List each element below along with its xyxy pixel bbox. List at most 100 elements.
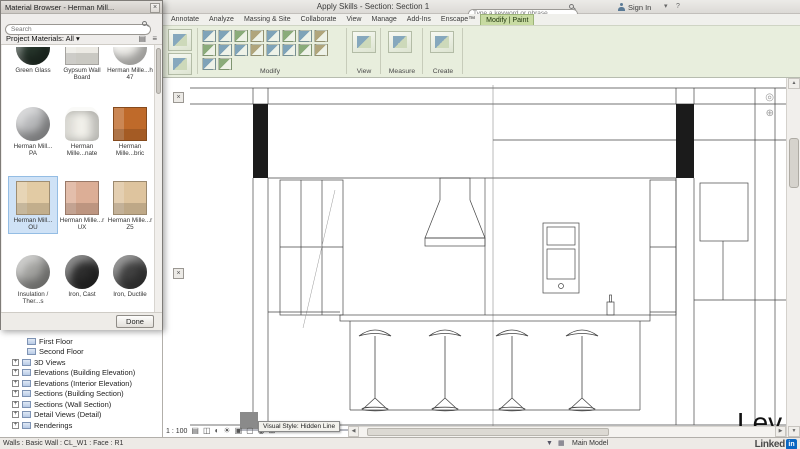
modify-tool-icon[interactable] bbox=[202, 30, 216, 42]
material-swatch[interactable] bbox=[65, 47, 99, 65]
shadows-icon[interactable]: ☀ bbox=[223, 425, 230, 437]
tab-modify-paint[interactable]: Modify | Paint bbox=[480, 14, 535, 25]
tab-collaborate[interactable]: Collaborate bbox=[296, 14, 342, 25]
tree-expand-icon[interactable]: + bbox=[12, 358, 19, 366]
tree-item-sections-building[interactable]: + Sections (Building Section) bbox=[0, 389, 162, 400]
tab-enscape[interactable]: Enscape™ bbox=[436, 14, 480, 25]
tab-view[interactable]: View bbox=[341, 14, 366, 25]
modify-tool-icon[interactable] bbox=[202, 44, 216, 56]
modify-select-button[interactable] bbox=[168, 29, 192, 51]
dialog-title[interactable]: Material Browser - Herman Mill... bbox=[1, 1, 162, 14]
material-item[interactable]: Herman Mill... PA bbox=[9, 103, 57, 159]
material-item[interactable]: Iron, Ductile bbox=[106, 251, 154, 300]
tab-add-ins[interactable]: Add-Ins bbox=[402, 14, 436, 25]
material-swatch[interactable] bbox=[16, 47, 50, 65]
scroll-right-icon[interactable]: ▶ bbox=[775, 426, 786, 437]
material-swatch[interactable] bbox=[16, 181, 50, 215]
material-item[interactable]: Herman Mille...r UX bbox=[58, 177, 106, 233]
view-panel-button[interactable] bbox=[352, 31, 376, 53]
modify-tool-icon[interactable] bbox=[250, 44, 264, 56]
modify-tool-icon[interactable] bbox=[298, 44, 312, 56]
scroll-left-icon[interactable]: ◀ bbox=[348, 426, 359, 437]
menu-icon[interactable]: ≡ bbox=[152, 32, 157, 45]
material-swatch[interactable] bbox=[16, 255, 50, 289]
scale-control[interactable]: 1 : 100 bbox=[166, 428, 187, 435]
modify-tool-icon[interactable] bbox=[250, 30, 264, 42]
crop-region-icon[interactable]: ▢ bbox=[246, 425, 254, 437]
material-swatch[interactable] bbox=[113, 47, 147, 65]
tab-annotate[interactable]: Annotate bbox=[166, 14, 204, 25]
material-item[interactable]: Herman Mille...nate bbox=[58, 103, 106, 159]
modify-tool-icon[interactable] bbox=[266, 44, 280, 56]
scrollbar-thumb[interactable] bbox=[367, 428, 609, 436]
tree-expand-icon[interactable]: + bbox=[12, 379, 19, 387]
material-search[interactable] bbox=[5, 18, 151, 35]
steering-wheel-icon[interactable]: ◎ bbox=[765, 92, 774, 103]
material-swatch[interactable] bbox=[65, 255, 99, 289]
drawing-canvas[interactable]: Lev × × ◎ ⊕ 1 : 100 ▤ ◫ ◐ ☀ ▣ ▢ ◉ ⊞ Visu… bbox=[163, 78, 786, 437]
material-item[interactable]: Herman Mille...h 47 bbox=[106, 45, 154, 83]
material-item-selected[interactable]: Herman Mill... OU bbox=[8, 176, 58, 234]
scroll-down-icon[interactable]: ▼ bbox=[788, 426, 800, 437]
tree-item-detail-views[interactable]: + Detail Views (Detail) bbox=[0, 410, 162, 421]
tab-analyze[interactable]: Analyze bbox=[204, 14, 239, 25]
done-button[interactable]: Done bbox=[116, 315, 154, 328]
filter-label[interactable]: Project Materials: All bbox=[6, 34, 74, 43]
material-item[interactable]: Green Glass bbox=[9, 45, 57, 76]
modify-tool-icon[interactable] bbox=[234, 44, 248, 56]
material-swatch[interactable] bbox=[65, 181, 99, 215]
modify-tool-icon[interactable] bbox=[234, 30, 248, 42]
material-swatch[interactable] bbox=[113, 107, 147, 141]
filter-dropdown-icon[interactable]: ▾ bbox=[76, 34, 80, 43]
material-swatch[interactable] bbox=[65, 107, 99, 141]
tree-expand-icon[interactable]: + bbox=[12, 369, 19, 377]
scrollbar-thumb[interactable] bbox=[789, 138, 799, 188]
modify-tool-icon[interactable] bbox=[282, 44, 296, 56]
sign-in-button[interactable]: Sign In bbox=[618, 0, 651, 14]
material-item[interactable]: Insulation / Ther...s bbox=[9, 251, 57, 307]
tree-item-first-floor[interactable]: First Floor bbox=[0, 336, 162, 347]
material-item[interactable]: Gypsum Wall Board bbox=[58, 45, 106, 83]
material-swatch[interactable] bbox=[113, 255, 147, 289]
dialog-close-icon[interactable]: × bbox=[150, 3, 160, 13]
design-option-selector[interactable]: Main Model bbox=[572, 438, 608, 449]
material-item[interactable]: Herman Mille...bric bbox=[106, 103, 154, 159]
tree-expand-icon[interactable]: + bbox=[12, 421, 19, 429]
modify-tool-icon[interactable] bbox=[282, 30, 296, 42]
material-scrollbar[interactable] bbox=[154, 45, 162, 312]
visual-style-icon[interactable]: ◫ bbox=[203, 425, 211, 437]
scrollbar-thumb[interactable] bbox=[156, 48, 161, 94]
modify-tool-icon[interactable] bbox=[218, 30, 232, 42]
zoom-tool-icon[interactable]: ⊕ bbox=[766, 108, 774, 119]
crop-view-icon[interactable]: ▣ bbox=[235, 425, 243, 437]
material-item[interactable]: Herman Mille...r Z5 bbox=[106, 177, 154, 233]
detail-level-icon[interactable]: ▤ bbox=[191, 425, 199, 437]
tree-expand-icon[interactable]: + bbox=[12, 400, 19, 408]
modify-tool-icon[interactable] bbox=[298, 30, 312, 42]
tree-expand-icon[interactable]: + bbox=[12, 411, 19, 419]
tree-item-renderings[interactable]: + Renderings bbox=[0, 420, 162, 431]
measure-button[interactable] bbox=[388, 31, 412, 53]
horizontal-scrollbar[interactable]: ◀ ▶ bbox=[348, 426, 786, 437]
create-panel-button[interactable] bbox=[430, 31, 454, 53]
palette-close-icon[interactable]: × bbox=[173, 92, 184, 103]
filter-icon[interactable]: ▼ bbox=[546, 438, 553, 449]
material-filter-row[interactable]: Project Materials: All ▾ ▤ ≡ bbox=[1, 32, 162, 45]
modify-tool-icon[interactable] bbox=[218, 44, 232, 56]
modify-tool-icon[interactable] bbox=[266, 30, 280, 42]
tree-item-sections-wall[interactable]: + Sections (Wall Section) bbox=[0, 399, 162, 410]
paint-tool-button[interactable] bbox=[168, 53, 192, 75]
design-option-icon[interactable]: ▦ bbox=[558, 438, 565, 449]
tree-expand-icon[interactable]: + bbox=[12, 390, 19, 398]
infocenter-search[interactable] bbox=[468, 2, 578, 19]
scroll-up-icon[interactable]: ▲ bbox=[788, 78, 800, 89]
scrollbar-track[interactable] bbox=[359, 426, 775, 437]
material-swatch[interactable] bbox=[113, 181, 147, 215]
vertical-scrollbar[interactable]: ▲ ▼ bbox=[786, 78, 800, 437]
help-icon[interactable]: ? bbox=[676, 0, 680, 14]
palette-close-icon[interactable]: × bbox=[173, 268, 184, 279]
modify-tool-icon[interactable] bbox=[314, 30, 328, 42]
tree-item-second-floor[interactable]: Second Floor bbox=[0, 347, 162, 358]
material-swatch[interactable] bbox=[16, 107, 50, 141]
material-item[interactable]: Iron, Cast bbox=[58, 251, 106, 300]
